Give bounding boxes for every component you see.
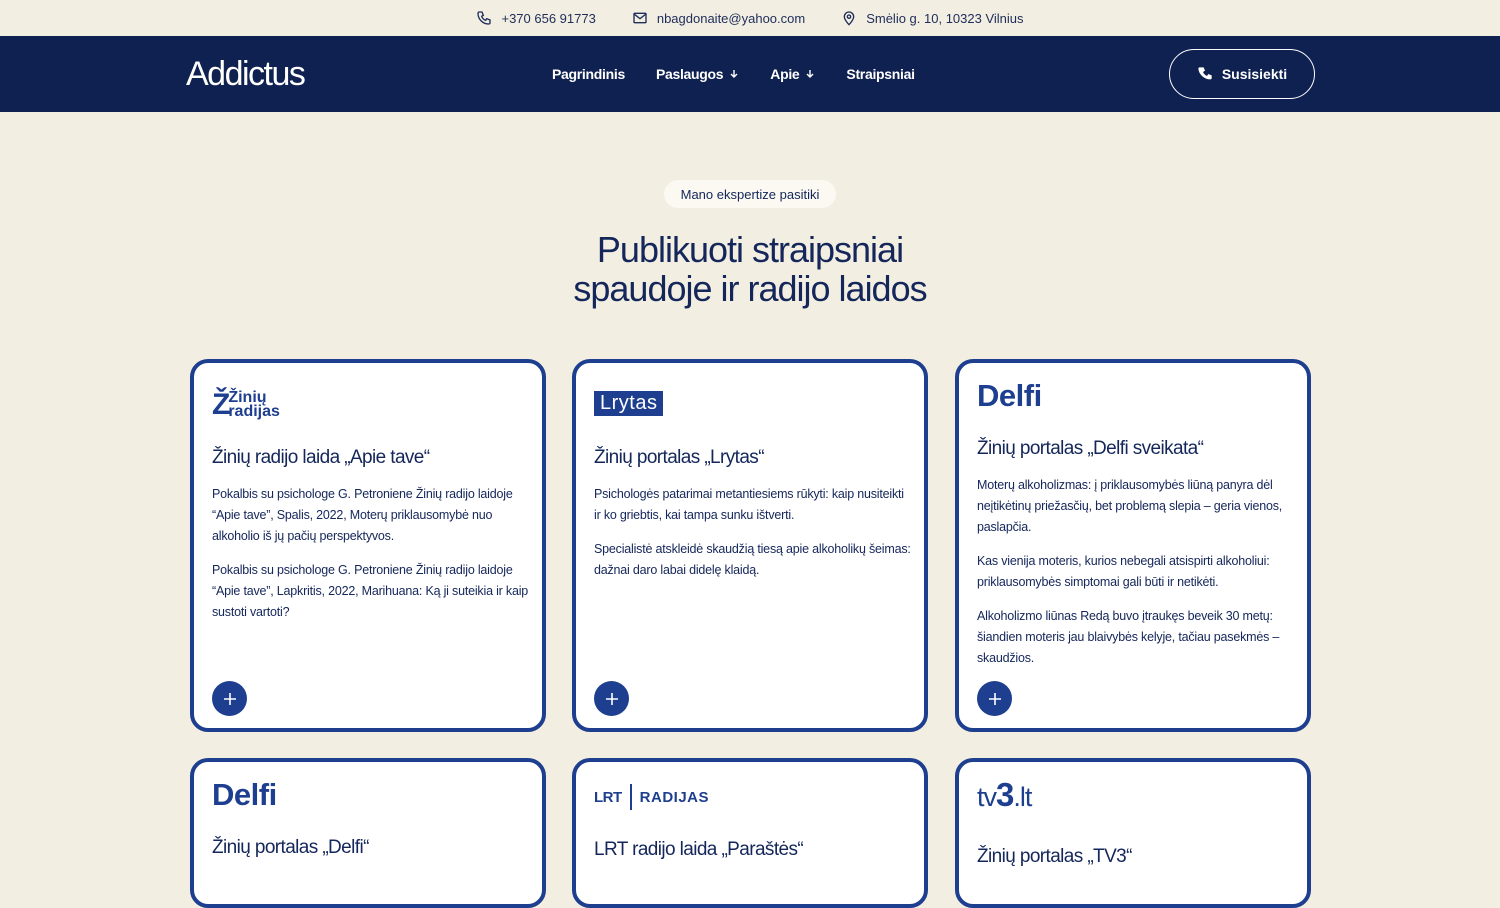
- article-link[interactable]: Psichologės patarimai metantiesiems rūky…: [594, 484, 912, 526]
- tv3-logo: tv3.lt: [977, 776, 1032, 813]
- contact-button[interactable]: Susisiekti: [1169, 49, 1315, 99]
- top-info-bar: +370 656 91773 nbagdonaite@yahoo.com Smė…: [0, 0, 1500, 36]
- card-title: Žinių portalas „TV3“: [977, 846, 1132, 867]
- card-title: Žinių portalas „Delfi“: [212, 837, 369, 858]
- main-navbar: Addictus Pagrindinis Paslaugos Apie Stra…: [0, 36, 1500, 112]
- expand-button[interactable]: [594, 681, 629, 716]
- nav-item-label: Straipsniai: [846, 66, 915, 82]
- card-title: Žinių portalas „Lrytas“: [594, 447, 765, 468]
- delfi-logo: Delfi: [977, 378, 1042, 413]
- plus-icon: [223, 692, 236, 705]
- publication-card: Lrytas Žinių portalas „Lrytas“ Psicholog…: [572, 359, 928, 732]
- arrow-down-icon: [730, 70, 738, 78]
- page-title-line: Publikuoti straipsniai: [596, 229, 904, 270]
- expand-button[interactable]: [212, 681, 247, 716]
- ziniu-radijas-logo: Ž Žinių radijas: [212, 388, 280, 421]
- article-link[interactable]: Pokalbis su psichologe G. Petroniene Žin…: [212, 560, 530, 623]
- nav-item-apie[interactable]: Apie: [770, 66, 815, 82]
- nav-item-paslaugos[interactable]: Paslaugos: [656, 66, 739, 82]
- card-body: Moterų alkoholizmas: į priklausomybės li…: [977, 475, 1295, 682]
- plus-icon: [605, 692, 618, 705]
- delfi-logo: Delfi: [212, 777, 277, 812]
- article-link[interactable]: Specialistė atskleidė skaudžią tiesą api…: [594, 539, 912, 581]
- lrt-radijas-logo: LRT RADIJAS: [594, 782, 709, 812]
- card-body: Pokalbis su psichologe G. Petroniene Žin…: [212, 484, 530, 636]
- nav-item-pagrindinis[interactable]: Pagrindinis: [552, 66, 625, 82]
- email-text: nbagdonaite@yahoo.com: [656, 10, 806, 26]
- publication-card: tv3.lt Žinių portalas „TV3“: [955, 758, 1311, 908]
- phone-icon: [477, 11, 492, 25]
- nav-item-label: Paslaugos: [655, 66, 724, 82]
- lrytas-logo: Lrytas: [594, 383, 664, 423]
- article-link[interactable]: Kas vienija moteris, kurios nebegali ats…: [977, 551, 1295, 593]
- phone-icon: [1198, 67, 1212, 80]
- card-body: Psichologės patarimai metantiesiems rūky…: [594, 484, 912, 594]
- card-title: Žinių radijo laida „Apie tave“: [212, 447, 430, 468]
- email-contact[interactable]: nbagdonaite@yahoo.com: [632, 10, 805, 26]
- arrow-down-icon: [806, 70, 814, 78]
- nav-item-label: Pagrindinis: [552, 66, 625, 82]
- nav-item-straipsniai[interactable]: Straipsniai: [846, 66, 915, 82]
- publication-card: Delfi Žinių portalas „Delfi“: [190, 758, 546, 908]
- nav-item-label: Apie: [770, 66, 800, 82]
- phone-text: +370 656 91773: [501, 10, 596, 26]
- card-title: Žinių portalas „Delfi sveikata“: [977, 438, 1204, 459]
- plus-icon: [988, 692, 1001, 705]
- publication-card: LRT RADIJAS LRT radijo laida „Paraštės“: [572, 758, 928, 908]
- article-link[interactable]: Pokalbis su psichologe G. Petroniene Žin…: [212, 484, 530, 547]
- site-logo[interactable]: Addictus: [186, 55, 306, 94]
- main-menu: Pagrindinis Paslaugos Apie Straipsniai: [552, 36, 915, 112]
- address-text: Smėlio g. 10, 10323 Vilnius: [866, 10, 1024, 26]
- location-pin-icon: [843, 11, 855, 26]
- publication-card: Ž Žinių radijas Žinių radijo laida „Apie …: [190, 359, 546, 732]
- article-link[interactable]: Alkoholizmo liūnas Redą buvo įtraukęs be…: [977, 606, 1295, 669]
- section-badge: Mano ekspertize pasitiki: [664, 180, 836, 208]
- address-contact[interactable]: Smėlio g. 10, 10323 Vilnius: [841, 10, 1024, 26]
- article-link[interactable]: Moterų alkoholizmas: į priklausomybės li…: [977, 475, 1295, 538]
- card-title: LRT radijo laida „Paraštės“: [594, 839, 804, 860]
- page-title: Publikuoti straipsniai spaudoje ir radij…: [450, 230, 1050, 308]
- phone-contact[interactable]: +370 656 91773: [476, 10, 596, 26]
- page-title-line: spaudoje ir radijo laidos: [573, 268, 927, 309]
- publication-card: Delfi Žinių portalas „Delfi sveikata“ Mo…: [955, 359, 1311, 732]
- mail-icon: [633, 12, 647, 24]
- expand-button[interactable]: [977, 681, 1012, 716]
- contact-button-label: Susisiekti: [1221, 66, 1288, 82]
